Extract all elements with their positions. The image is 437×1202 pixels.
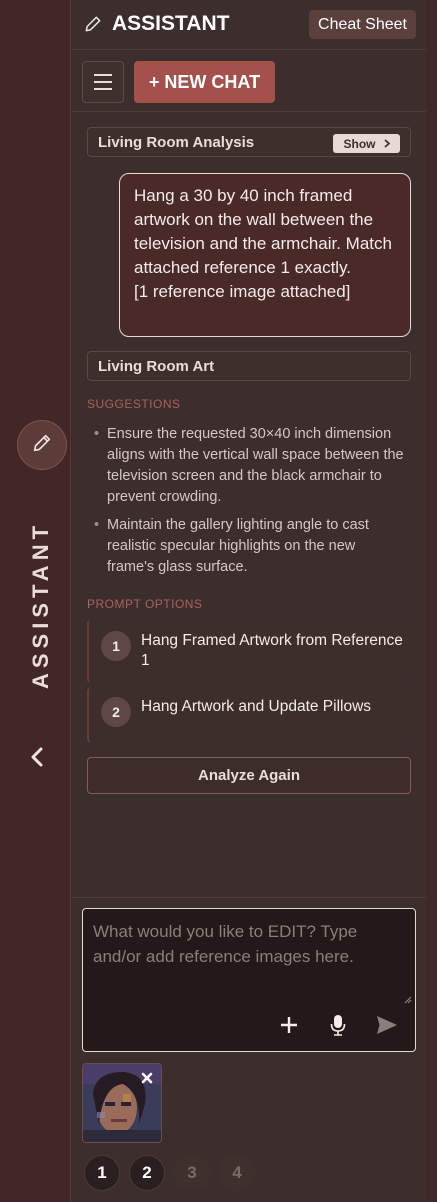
show-label: Show — [343, 136, 376, 151]
reference-image-thumbnail[interactable] — [82, 1063, 162, 1143]
chevron-left-icon — [30, 744, 44, 774]
chevron-right-icon — [383, 137, 390, 151]
assistant-rail: ASSISTANT — [0, 0, 71, 1202]
prompt-option-2[interactable]: 2 Hang Artwork and Update Pillows — [87, 687, 411, 743]
section-title: Living Room Art — [98, 358, 215, 375]
suggestions-heading: SUGGESTIONS — [87, 397, 181, 411]
assistant-panel: ASSISTANT Cheat Sheet + NEW CHAT Living … — [72, 0, 426, 1202]
suggestion-item: • Ensure the requested 30×40 inch dimens… — [94, 424, 404, 508]
suggestion-item: • Maintain the gallery lighting angle to… — [94, 515, 404, 578]
bullet-icon: • — [94, 517, 100, 533]
suggestion-text: Maintain the gallery lighting angle to c… — [107, 517, 369, 575]
new-chat-button[interactable]: + NEW CHAT — [134, 61, 275, 103]
resize-handle[interactable] — [404, 991, 412, 1004]
panel-title: ASSISTANT — [112, 12, 230, 35]
page-2-button[interactable]: 2 — [129, 1155, 165, 1191]
hamburger-icon — [94, 74, 112, 76]
bullet-icon: • — [94, 426, 100, 442]
living-room-art-section[interactable]: Living Room Art — [87, 351, 411, 381]
suggestion-text: Ensure the requested 30×40 inch dimensio… — [107, 426, 404, 505]
menu-button[interactable] — [82, 61, 124, 103]
option-label: Hang Artwork and Update Pillows — [141, 698, 372, 715]
section-title: Living Room Analysis — [98, 134, 255, 151]
add-image-icon[interactable] — [276, 1012, 302, 1038]
prompt-input[interactable] — [83, 909, 415, 999]
panel-toolbar: + NEW CHAT — [72, 50, 426, 112]
panel-header: ASSISTANT Cheat Sheet — [72, 0, 426, 50]
prompt-option-1[interactable]: 1 Hang Framed Artwork from Reference 1 — [87, 620, 411, 683]
composer-area: 1 2 3 4 — [72, 897, 426, 1202]
option-number: 1 — [101, 631, 131, 661]
attachment-note: [1 reference image attached] — [134, 282, 351, 301]
composer-box — [82, 908, 416, 1052]
page-1-button[interactable]: 1 — [84, 1155, 120, 1191]
collapse-panel-button[interactable] — [30, 744, 44, 775]
analyze-again-button[interactable]: Analyze Again — [87, 757, 411, 794]
option-label: Hang Framed Artwork from Reference 1 — [141, 632, 403, 669]
remove-image-icon[interactable] — [139, 1070, 155, 1086]
page-3-button[interactable]: 3 — [174, 1155, 210, 1191]
page-4-button[interactable]: 4 — [219, 1155, 255, 1191]
right-edge-strip — [426, 0, 437, 1202]
rail-title: ASSISTANT — [28, 520, 53, 690]
microphone-icon[interactable] — [325, 1012, 351, 1038]
message-text: Hang a 30 by 40 inch framed artwork on t… — [134, 186, 392, 277]
prompt-options-heading: PROMPT OPTIONS — [87, 597, 203, 611]
pencil-icon — [83, 14, 103, 39]
show-button[interactable]: Show — [333, 134, 400, 153]
pencil-icon — [31, 432, 53, 459]
user-message: Hang a 30 by 40 inch framed artwork on t… — [119, 173, 411, 337]
cheat-sheet-button[interactable]: Cheat Sheet — [309, 10, 416, 39]
living-room-analysis-section: Living Room Analysis Show — [87, 127, 411, 157]
option-number: 2 — [101, 697, 131, 727]
send-icon[interactable] — [374, 1012, 400, 1038]
rail-edit-button[interactable] — [17, 420, 67, 470]
